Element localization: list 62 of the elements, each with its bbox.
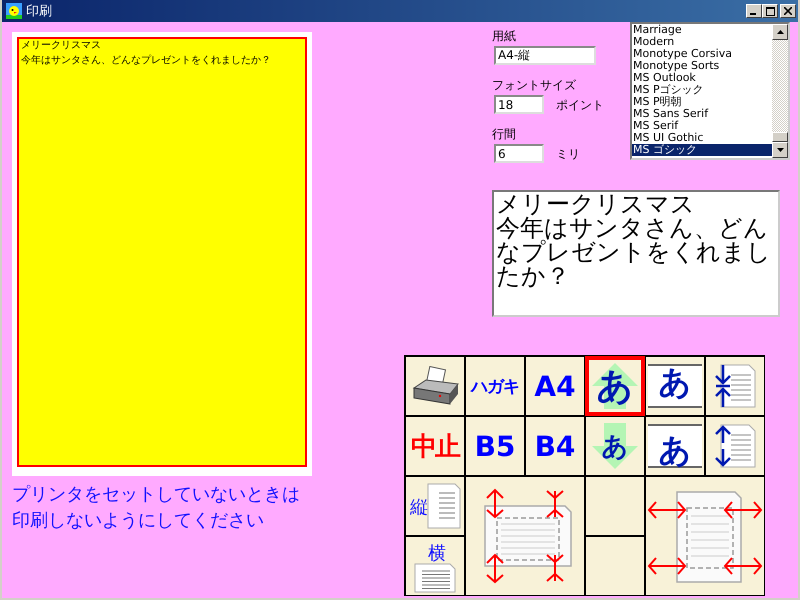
font-list-item[interactable]: Marriage <box>632 24 772 36</box>
scrollbar[interactable] <box>772 24 788 158</box>
unit-label: ミリ <box>556 146 580 163</box>
line-spacing-field[interactable]: 6 <box>494 144 544 163</box>
preview-text: メリークリスマス <box>21 39 102 52</box>
tool-button[interactable]: A4 <box>525 356 585 416</box>
tool-button[interactable]: あ <box>645 416 705 476</box>
font-list-item[interactable]: MS UI Gothic <box>632 132 772 144</box>
tool-button[interactable]: 縦 <box>405 476 465 536</box>
font-list-item[interactable]: MS Pゴシック <box>632 84 772 96</box>
preview-text: 今年はサンタさん、どんなプレゼントをくれましたか？ <box>21 54 272 67</box>
close-button[interactable] <box>780 4 796 18</box>
tool-button[interactable]: あ <box>585 356 645 416</box>
font-size-field[interactable]: 18 <box>494 95 544 114</box>
tool-icon-button[interactable] <box>465 476 585 596</box>
tool-icon-button[interactable] <box>405 356 465 416</box>
tool-button[interactable]: B4 <box>525 416 585 476</box>
tool-button[interactable]: あ <box>645 356 705 416</box>
tool-button[interactable]: B5 <box>465 416 525 476</box>
maximize-icon <box>766 6 774 16</box>
font-list-item[interactable]: Modern <box>632 36 772 48</box>
close-icon <box>784 7 792 15</box>
printer-icon <box>410 366 460 406</box>
empty-cell <box>585 536 645 596</box>
empty-cell <box>585 476 645 536</box>
tool-icon-button[interactable] <box>705 416 765 476</box>
tool-button[interactable]: あ <box>585 416 645 476</box>
tool-button[interactable]: 横 <box>405 536 465 596</box>
paper-field[interactable]: A4-縦 <box>494 46 596 65</box>
font-list-item[interactable]: MS Outlook <box>632 72 772 84</box>
message-field[interactable]: メリークリスマス 今年はサンタさん、どんなプレゼントをくれましたか？ <box>492 190 780 317</box>
minimize-button[interactable] <box>746 4 762 18</box>
stop-button[interactable]: 中止 <box>405 416 465 476</box>
warning-text: プリンタをセットしていないときは <box>12 483 301 507</box>
font-list-item[interactable]: MS ゴシック <box>632 144 772 156</box>
chick-icon <box>6 3 22 19</box>
down-triangle-icon <box>776 148 784 152</box>
scroll-up-button[interactable] <box>772 24 788 40</box>
tool-button[interactable]: ハガキ <box>465 356 525 416</box>
document-icon <box>427 483 461 529</box>
window-title: 印刷 <box>26 3 53 20</box>
font-size-label: フォントサイズ <box>492 77 577 93</box>
line-spacing-label: 行間 <box>492 126 517 142</box>
up-triangle-icon <box>776 30 784 34</box>
up-arrow-icon <box>592 361 638 411</box>
paper-label: 用紙 <box>492 28 517 44</box>
scroll-down-button[interactable] <box>772 142 788 158</box>
down-arrow-icon <box>592 421 638 471</box>
font-list-item[interactable]: MS P明朝 <box>632 96 772 108</box>
warning-text: 印刷しないようにしてください <box>12 509 265 533</box>
font-list-item[interactable]: MS Sans Serif <box>632 108 772 120</box>
unit-label: ポイント <box>556 97 604 114</box>
font-list-item[interactable]: Monotype Corsiva <box>632 48 772 60</box>
scroll-thumb[interactable] <box>772 132 788 142</box>
font-list-item[interactable]: MS Serif <box>632 120 772 132</box>
line-spacing-icon <box>713 423 757 469</box>
font-list-item[interactable]: Monotype Sorts <box>632 60 772 72</box>
tool-icon-button[interactable] <box>645 476 765 596</box>
tool-icon-button[interactable] <box>705 356 765 416</box>
line-spacing-icon <box>713 363 757 409</box>
document-icon <box>414 563 456 593</box>
maximize-button[interactable] <box>762 4 778 18</box>
